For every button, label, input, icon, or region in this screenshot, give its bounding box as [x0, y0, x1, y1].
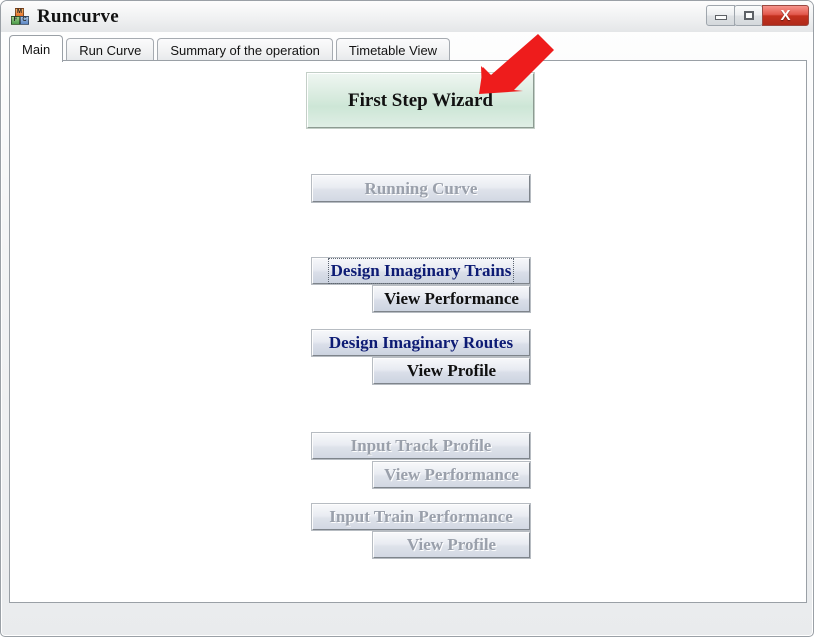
tab-run-curve-label: Run Curve	[79, 43, 142, 58]
design-imaginary-routes-label: Design Imaginary Routes	[328, 333, 514, 352]
tab-main-label: Main	[22, 41, 51, 57]
tab-strip: Main Run Curve Summary of the operation …	[9, 34, 807, 62]
view-profile-train-label: View Profile	[406, 535, 497, 554]
tab-summary-label: Summary of the operation	[170, 43, 320, 58]
first-step-wizard-label: First Step Wizard	[348, 89, 493, 111]
tab-timetable-view[interactable]: Timetable View	[335, 38, 451, 62]
view-profile-train-button[interactable]: View Profile	[372, 531, 531, 559]
minimize-icon	[714, 15, 727, 20]
input-track-profile-button[interactable]: Input Track Profile	[311, 432, 531, 460]
blocks-icon: M F C	[11, 7, 29, 26]
design-imaginary-routes-button[interactable]: Design Imaginary Routes	[311, 329, 531, 357]
blocks-icon-block-c: C	[20, 15, 29, 25]
design-imaginary-trains-label: Design Imaginary Trains	[327, 258, 515, 284]
window-title: Runcurve	[37, 5, 119, 27]
input-train-performance-label: Input Train Performance	[329, 507, 513, 526]
tab-main[interactable]: Main	[9, 35, 64, 62]
view-performance-track-button[interactable]: View Performance	[372, 461, 531, 489]
maximize-icon	[743, 10, 754, 20]
view-profile-routes-label: View Profile	[406, 361, 497, 380]
view-performance-trains-label: View Performance	[384, 289, 519, 308]
window-controls: X	[706, 4, 809, 26]
running-curve-label: Running Curve	[364, 178, 478, 198]
design-imaginary-trains-button[interactable]: Design Imaginary Trains	[311, 257, 531, 285]
blocks-icon-block-f: F	[11, 15, 20, 25]
input-track-profile-label: Input Track Profile	[350, 436, 492, 455]
view-profile-routes-button[interactable]: View Profile	[372, 357, 531, 385]
tab-summary-of-the-operation[interactable]: Summary of the operation	[157, 38, 333, 62]
title-bar: M F C Runcurve X	[1, 1, 813, 32]
view-performance-trains-button[interactable]: View Performance	[372, 285, 531, 313]
maximize-button[interactable]	[734, 4, 763, 26]
application-window: M F C Runcurve X Main Run Curve Summary …	[0, 0, 814, 637]
tab-timetable-label: Timetable View	[348, 43, 438, 58]
tab-run-curve[interactable]: Run Curve	[66, 38, 155, 62]
view-performance-track-label: View Performance	[384, 465, 519, 484]
minimize-button[interactable]	[706, 4, 735, 26]
main-tab-panel: First Step Wizard Running Curve Design I…	[9, 60, 807, 603]
input-train-performance-button[interactable]: Input Train Performance	[311, 503, 531, 531]
running-curve-button[interactable]: Running Curve	[311, 174, 531, 203]
close-button[interactable]: X	[762, 4, 809, 26]
first-step-wizard-button[interactable]: First Step Wizard	[306, 72, 535, 129]
